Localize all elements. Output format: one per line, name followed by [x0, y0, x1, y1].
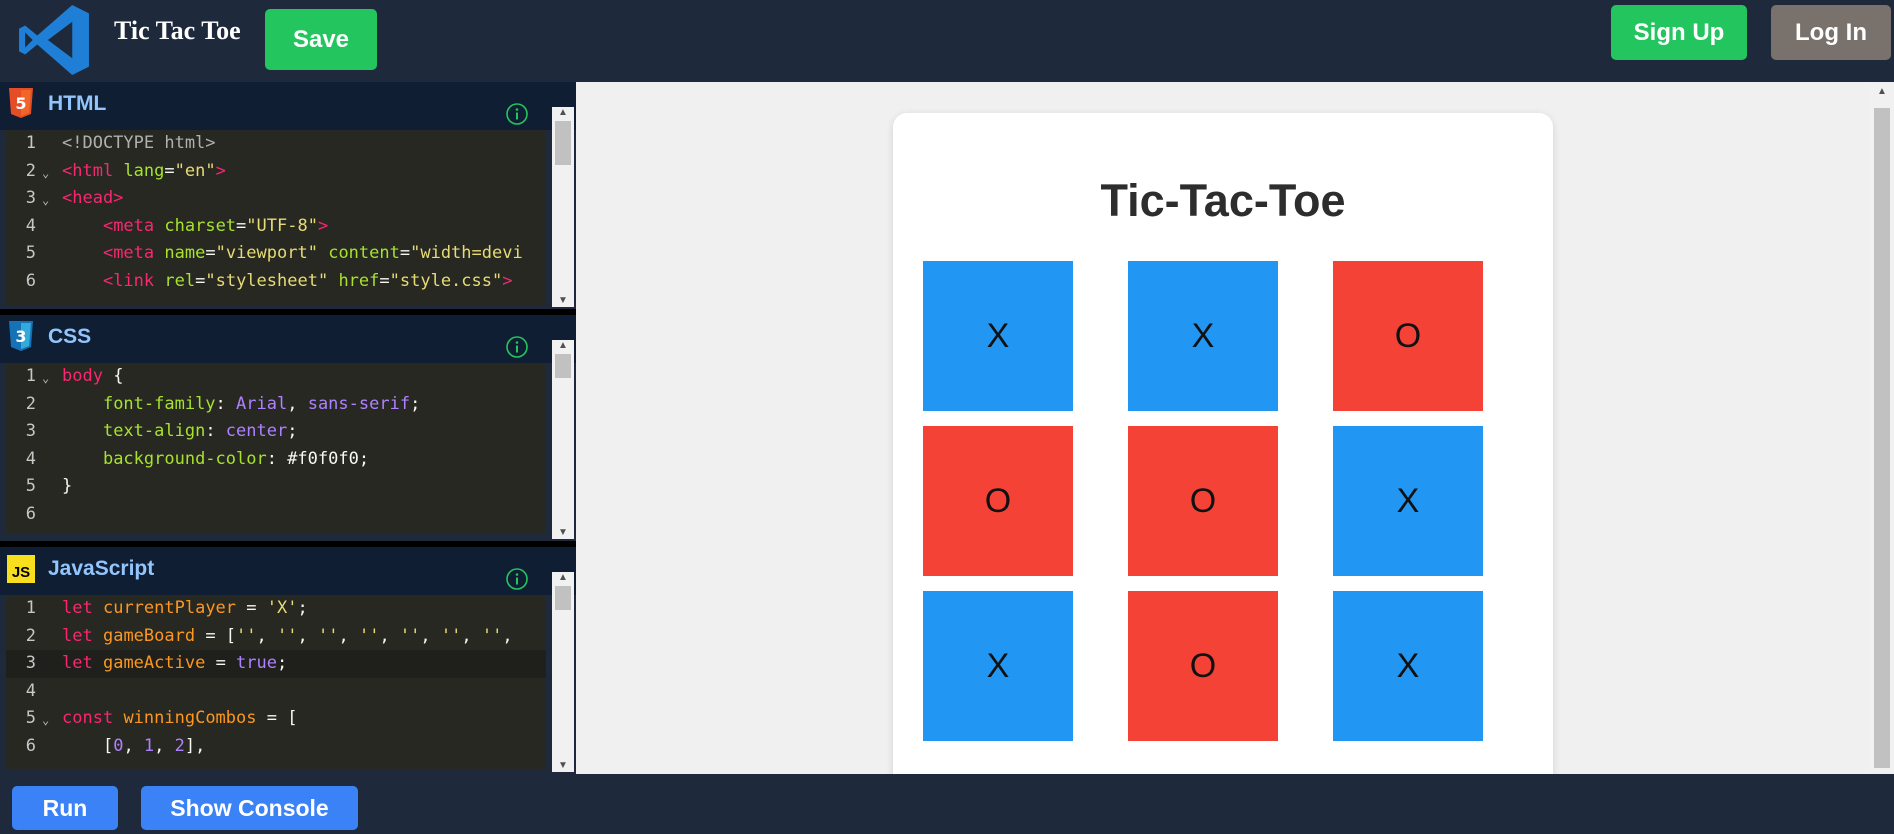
- save-button[interactable]: Save: [265, 9, 377, 70]
- fold-chevron-icon: ⌄: [42, 371, 50, 385]
- code-line: 6 [0, 1, 2],: [25, 735, 206, 756]
- code-line: 4 <meta charset="UTF-8">: [25, 215, 329, 236]
- js-panel-scrollbar[interactable]: ▲ ▼: [552, 572, 574, 772]
- svg-text:3: 3: [15, 327, 26, 346]
- code-line: 5 <meta name="viewport" content="width=d…: [25, 243, 523, 263]
- css-panel: 3 CSS 1 ⌄ body { 2 font-family: Arial, san…: [0, 315, 576, 541]
- code-line: 1 ⌄ body {: [6, 363, 546, 391]
- html-panel-title: HTML: [48, 92, 107, 115]
- board-cell[interactable]: O: [1128, 591, 1278, 741]
- css-panel-header: 3 CSS: [0, 315, 576, 363]
- sign-up-button[interactable]: Sign Up: [1611, 5, 1747, 60]
- board-cell[interactable]: X: [923, 591, 1073, 741]
- code-line: 6 <link rel="stylesheet" href="style.css…: [25, 270, 513, 291]
- app-title: Tic Tac Toe: [114, 16, 241, 45]
- html-panel-scrollbar[interactable]: ▲ ▼: [552, 107, 574, 307]
- board-cell[interactable]: O: [1333, 261, 1483, 411]
- preview-scroll-thumb[interactable]: [1874, 108, 1890, 768]
- html-panel-header: 5 HTML: [0, 82, 576, 130]
- code-line: 6: [25, 503, 36, 524]
- html-code-editor[interactable]: 1 <!DOCTYPE html> 2 ⌄ <html lang="en"> 3 ⌄ <h…: [6, 130, 546, 305]
- preview-scrollbar[interactable]: ▲: [1870, 82, 1894, 774]
- editor-column: 5 HTML 1 <!DOCTYPE html> 2 ⌄ <html lang="en…: [0, 82, 576, 774]
- css-panel-scrollbar[interactable]: ▲ ▼: [552, 340, 574, 539]
- code-line: 5}: [25, 476, 73, 496]
- preview-pane: Tic-Tac-Toe XXOOOXXOX: [576, 82, 1870, 793]
- bottom-bar: Run Show Console: [0, 774, 1894, 834]
- board-cell[interactable]: X: [923, 261, 1073, 411]
- html-panel: 5 HTML 1 <!DOCTYPE html> 2 ⌄ <html lang="en…: [0, 82, 576, 309]
- board-cell[interactable]: X: [1333, 426, 1483, 576]
- code-line: 2 ⌄ <html lang="en">: [6, 158, 546, 186]
- code-line: 4: [25, 680, 36, 701]
- svg-text:5: 5: [15, 94, 26, 113]
- code-line: 1 let currentPlayer = 'X';: [25, 598, 308, 618]
- code-line: 1 <!DOCTYPE html>: [25, 133, 216, 153]
- code-line: 2 font-family: Arial, sans-serif;: [25, 393, 421, 414]
- fold-chevron-icon: ⌄: [42, 193, 50, 207]
- show-console-button[interactable]: Show Console: [141, 786, 358, 830]
- code-line: 3 text-align: center;: [25, 421, 298, 441]
- js-panel-title: JavaScript: [48, 557, 155, 580]
- log-in-button[interactable]: Log In: [1771, 5, 1891, 60]
- top-bar: Tic Tac Toe Save Sign Up Log In: [0, 0, 1894, 82]
- code-line: 2 let gameBoard = ['', '', '', '', '', ''…: [25, 625, 513, 646]
- code-line: 5 ⌄ const winningCombos = [: [6, 705, 546, 733]
- board-cell[interactable]: O: [923, 426, 1073, 576]
- code-line: 3 ⌄ <head>: [6, 185, 546, 213]
- js-panel-header: JS JavaScript: [0, 547, 576, 595]
- board-cell[interactable]: O: [1128, 426, 1278, 576]
- js-icon: JS: [7, 555, 35, 583]
- css3-icon: 3: [7, 321, 35, 351]
- code-line: 4 background-color: #f0f0f0;: [25, 448, 370, 469]
- js-code-editor[interactable]: 1 let currentPlayer = 'X'; 2 let gameBoard…: [6, 595, 546, 769]
- css-code-editor[interactable]: 1 ⌄ body { 2 font-family: Arial, sans-seri…: [6, 363, 546, 533]
- code-line: 3 let gameActive = true;: [6, 650, 546, 678]
- panel-divider[interactable]: [0, 309, 576, 315]
- css-panel-title: CSS: [48, 325, 92, 348]
- run-button[interactable]: Run: [12, 786, 118, 830]
- js-panel: JS JavaScript 1 let currentPlayer = 'X'; …: [0, 547, 576, 774]
- game-title: Tic-Tac-Toe: [1100, 175, 1346, 226]
- html5-icon: 5: [7, 88, 35, 118]
- game-card: Tic-Tac-Toe XXOOOXXOX: [893, 113, 1553, 793]
- info-icon[interactable]: [505, 567, 529, 591]
- vscode-logo-icon: [19, 5, 89, 75]
- board-cell[interactable]: X: [1333, 591, 1483, 741]
- board-cell[interactable]: X: [1128, 261, 1278, 411]
- info-icon[interactable]: [505, 102, 529, 126]
- fold-chevron-icon: ⌄: [42, 165, 50, 180]
- panel-divider[interactable]: [0, 541, 576, 547]
- info-icon[interactable]: [505, 335, 529, 359]
- fold-chevron-icon: ⌄: [42, 713, 50, 727]
